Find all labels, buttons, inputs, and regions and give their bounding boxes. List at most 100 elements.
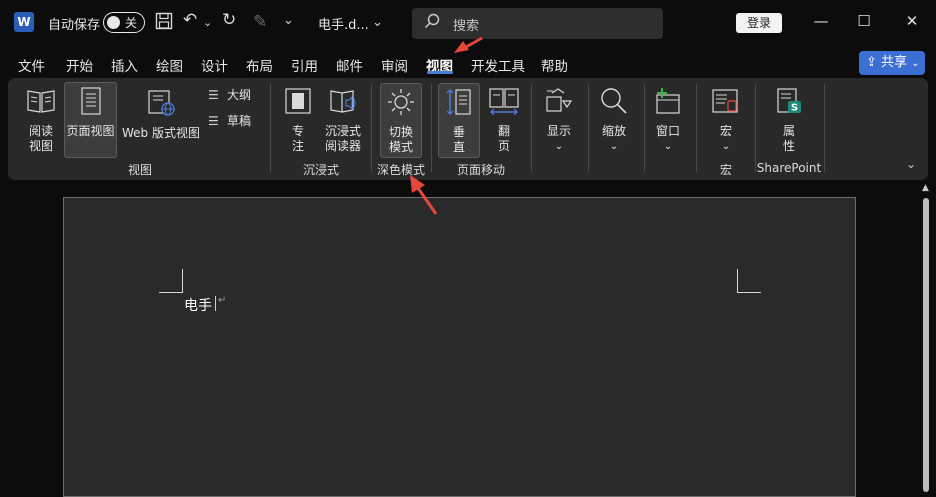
side-to-side-label: 翻 页 — [497, 124, 510, 153]
outline-icon: ☰ — [208, 88, 219, 102]
login-button[interactable]: 登录 — [736, 13, 782, 33]
svg-text:S: S — [791, 103, 798, 114]
read-mode-button[interactable]: 阅读 视图 — [20, 84, 62, 158]
macros-label: 宏 — [719, 124, 732, 138]
customize-toolbar-icon[interactable]: ⌄ — [283, 11, 294, 31]
tab-references[interactable]: 引用 — [291, 55, 318, 75]
focus-button[interactable]: 专 注 — [280, 84, 316, 158]
zoom-label: 缩放 — [601, 124, 626, 138]
macros-button[interactable]: 宏 ⌄ — [704, 84, 748, 158]
side-to-side-icon — [484, 87, 524, 121]
group-label-immersive: 沉浸式 — [302, 163, 339, 177]
document-text[interactable]: 电手 — [184, 295, 212, 315]
tab-home[interactable]: 开始 — [66, 55, 93, 75]
draft-label: 草稿 — [227, 114, 252, 128]
switch-modes-button[interactable]: 切换 模式 — [380, 83, 422, 158]
maximize-button[interactable]: ☐ — [854, 12, 874, 30]
paragraph-mark: ↵ — [218, 295, 227, 306]
tab-layout[interactable]: 布局 — [246, 55, 273, 75]
vertical-scroll-icon — [439, 88, 479, 122]
scroll-up-arrow-icon[interactable]: ▲ — [922, 183, 929, 193]
vertical-label: 垂 直 — [452, 125, 465, 154]
minimize-button[interactable]: — — [811, 12, 831, 30]
ribbon-view: 阅读 视图 页面视图 Web 版式视图 ☰ 大纲 ☰ 草稿 视图 专 注 沉浸式 阅… — [8, 78, 928, 180]
zoom-button[interactable]: 缩放 ⌄ — [594, 84, 634, 158]
redo-icon[interactable]: ↻ — [222, 10, 236, 30]
window-label: 窗口 — [655, 124, 680, 138]
save-icon[interactable] — [155, 12, 173, 35]
tab-developer[interactable]: 开发工具 — [471, 55, 525, 75]
document-filename[interactable]: 电手.d... — [318, 14, 369, 33]
immersive-reader-button[interactable]: 沉浸式 阅读器 — [320, 84, 366, 158]
search-placeholder: 搜索 — [453, 19, 480, 34]
autosave-state: 关 — [125, 16, 138, 30]
outline-button[interactable]: ☰ 大纲 — [208, 86, 251, 103]
tab-review[interactable]: 审阅 — [381, 55, 408, 75]
properties-label: 属 性 — [782, 124, 795, 153]
tab-file[interactable]: 文件 — [18, 55, 45, 75]
group-label-views: 视图 — [127, 163, 152, 177]
separator — [270, 84, 271, 172]
search-box[interactable]: 搜索 — [412, 8, 663, 39]
read-mode-label: 阅读 视图 — [28, 124, 53, 153]
separator — [755, 84, 756, 172]
macros-chevron-icon: ⌄ — [721, 141, 731, 152]
share-label: 共享 — [881, 55, 908, 70]
filename-chevron-icon[interactable]: ⌄ — [372, 13, 383, 33]
vertical-scrollbar-thumb[interactable] — [923, 198, 929, 492]
draft-button[interactable]: ☰ 草稿 — [208, 112, 251, 129]
margin-corner-top-right — [737, 269, 761, 293]
print-layout-label: 页面视图 — [66, 124, 115, 138]
immersive-reader-label: 沉浸式 阅读器 — [324, 124, 361, 153]
margin-corner-top-left — [159, 269, 183, 293]
show-button[interactable]: 显示 ⌄ — [538, 84, 580, 158]
window-button[interactable]: 窗口 ⌄ — [650, 84, 686, 158]
tab-draw[interactable]: 绘图 — [156, 55, 183, 75]
group-label-macros: 宏 — [719, 163, 732, 177]
zoom-chevron-icon: ⌄ — [609, 141, 619, 152]
close-button[interactable]: ✕ — [902, 12, 922, 30]
properties-button[interactable]: S 属 性 — [770, 84, 808, 158]
undo-icon[interactable]: ↶ — [183, 10, 197, 30]
tab-help[interactable]: 帮助 — [541, 55, 568, 75]
sharepoint-properties-icon: S — [770, 87, 808, 121]
group-label-dark-mode: 深色模式 — [376, 163, 425, 177]
search-icon — [424, 13, 440, 33]
focus-icon — [280, 87, 316, 121]
separator — [371, 84, 372, 172]
word-logo-icon: W — [14, 12, 34, 32]
separator — [431, 84, 432, 172]
side-to-side-button[interactable]: 翻 页 — [484, 84, 524, 158]
web-layout-label: Web 版式视图 — [122, 126, 200, 140]
autosave-toggle[interactable]: 关 — [103, 12, 145, 33]
separator — [824, 84, 825, 172]
web-page-icon — [120, 89, 202, 123]
outline-label: 大纲 — [227, 88, 252, 102]
book-icon — [20, 87, 62, 121]
active-tab-indicator — [427, 71, 453, 74]
share-button[interactable]: ⇪ 共享 ⌄ — [859, 51, 925, 75]
separator — [644, 84, 645, 172]
tab-mailings[interactable]: 邮件 — [336, 55, 363, 75]
share-icon: ⇪ — [866, 55, 877, 70]
menu-bar: 文件 开始 插入 绘图 设计 布局 引用 邮件 审阅 视图 开发工具 帮助 — [0, 48, 936, 78]
title-bar: W 自动保存 关 ↶ ⌄ ↻ ✎ ⌄ 电手.d... ⌄ 搜索 登录 — ☐ ✕ — [0, 0, 936, 46]
group-label-page-movement: 页面移动 — [456, 163, 505, 177]
format-painter-icon[interactable]: ✎ — [253, 12, 267, 32]
immersive-reader-icon — [320, 87, 366, 121]
text-cursor — [215, 296, 216, 311]
web-layout-button[interactable]: Web 版式视图 — [120, 86, 202, 158]
sun-icon — [381, 88, 421, 122]
group-label-sharepoint: SharePoint — [756, 161, 822, 175]
zoom-icon — [594, 87, 634, 121]
document-page[interactable]: 电手 ↵ — [63, 197, 856, 497]
undo-dropdown-icon[interactable]: ⌄ — [203, 13, 212, 33]
new-window-icon — [650, 87, 686, 121]
window-chevron-icon: ⌄ — [663, 141, 673, 152]
collapse-ribbon-icon[interactable]: ⌄ — [906, 157, 916, 171]
tab-design[interactable]: 设计 — [201, 55, 228, 75]
vertical-button[interactable]: 垂 直 — [438, 83, 480, 158]
draft-icon: ☰ — [208, 114, 219, 128]
print-layout-button[interactable]: 页面视图 — [64, 82, 117, 158]
tab-insert[interactable]: 插入 — [111, 55, 138, 75]
